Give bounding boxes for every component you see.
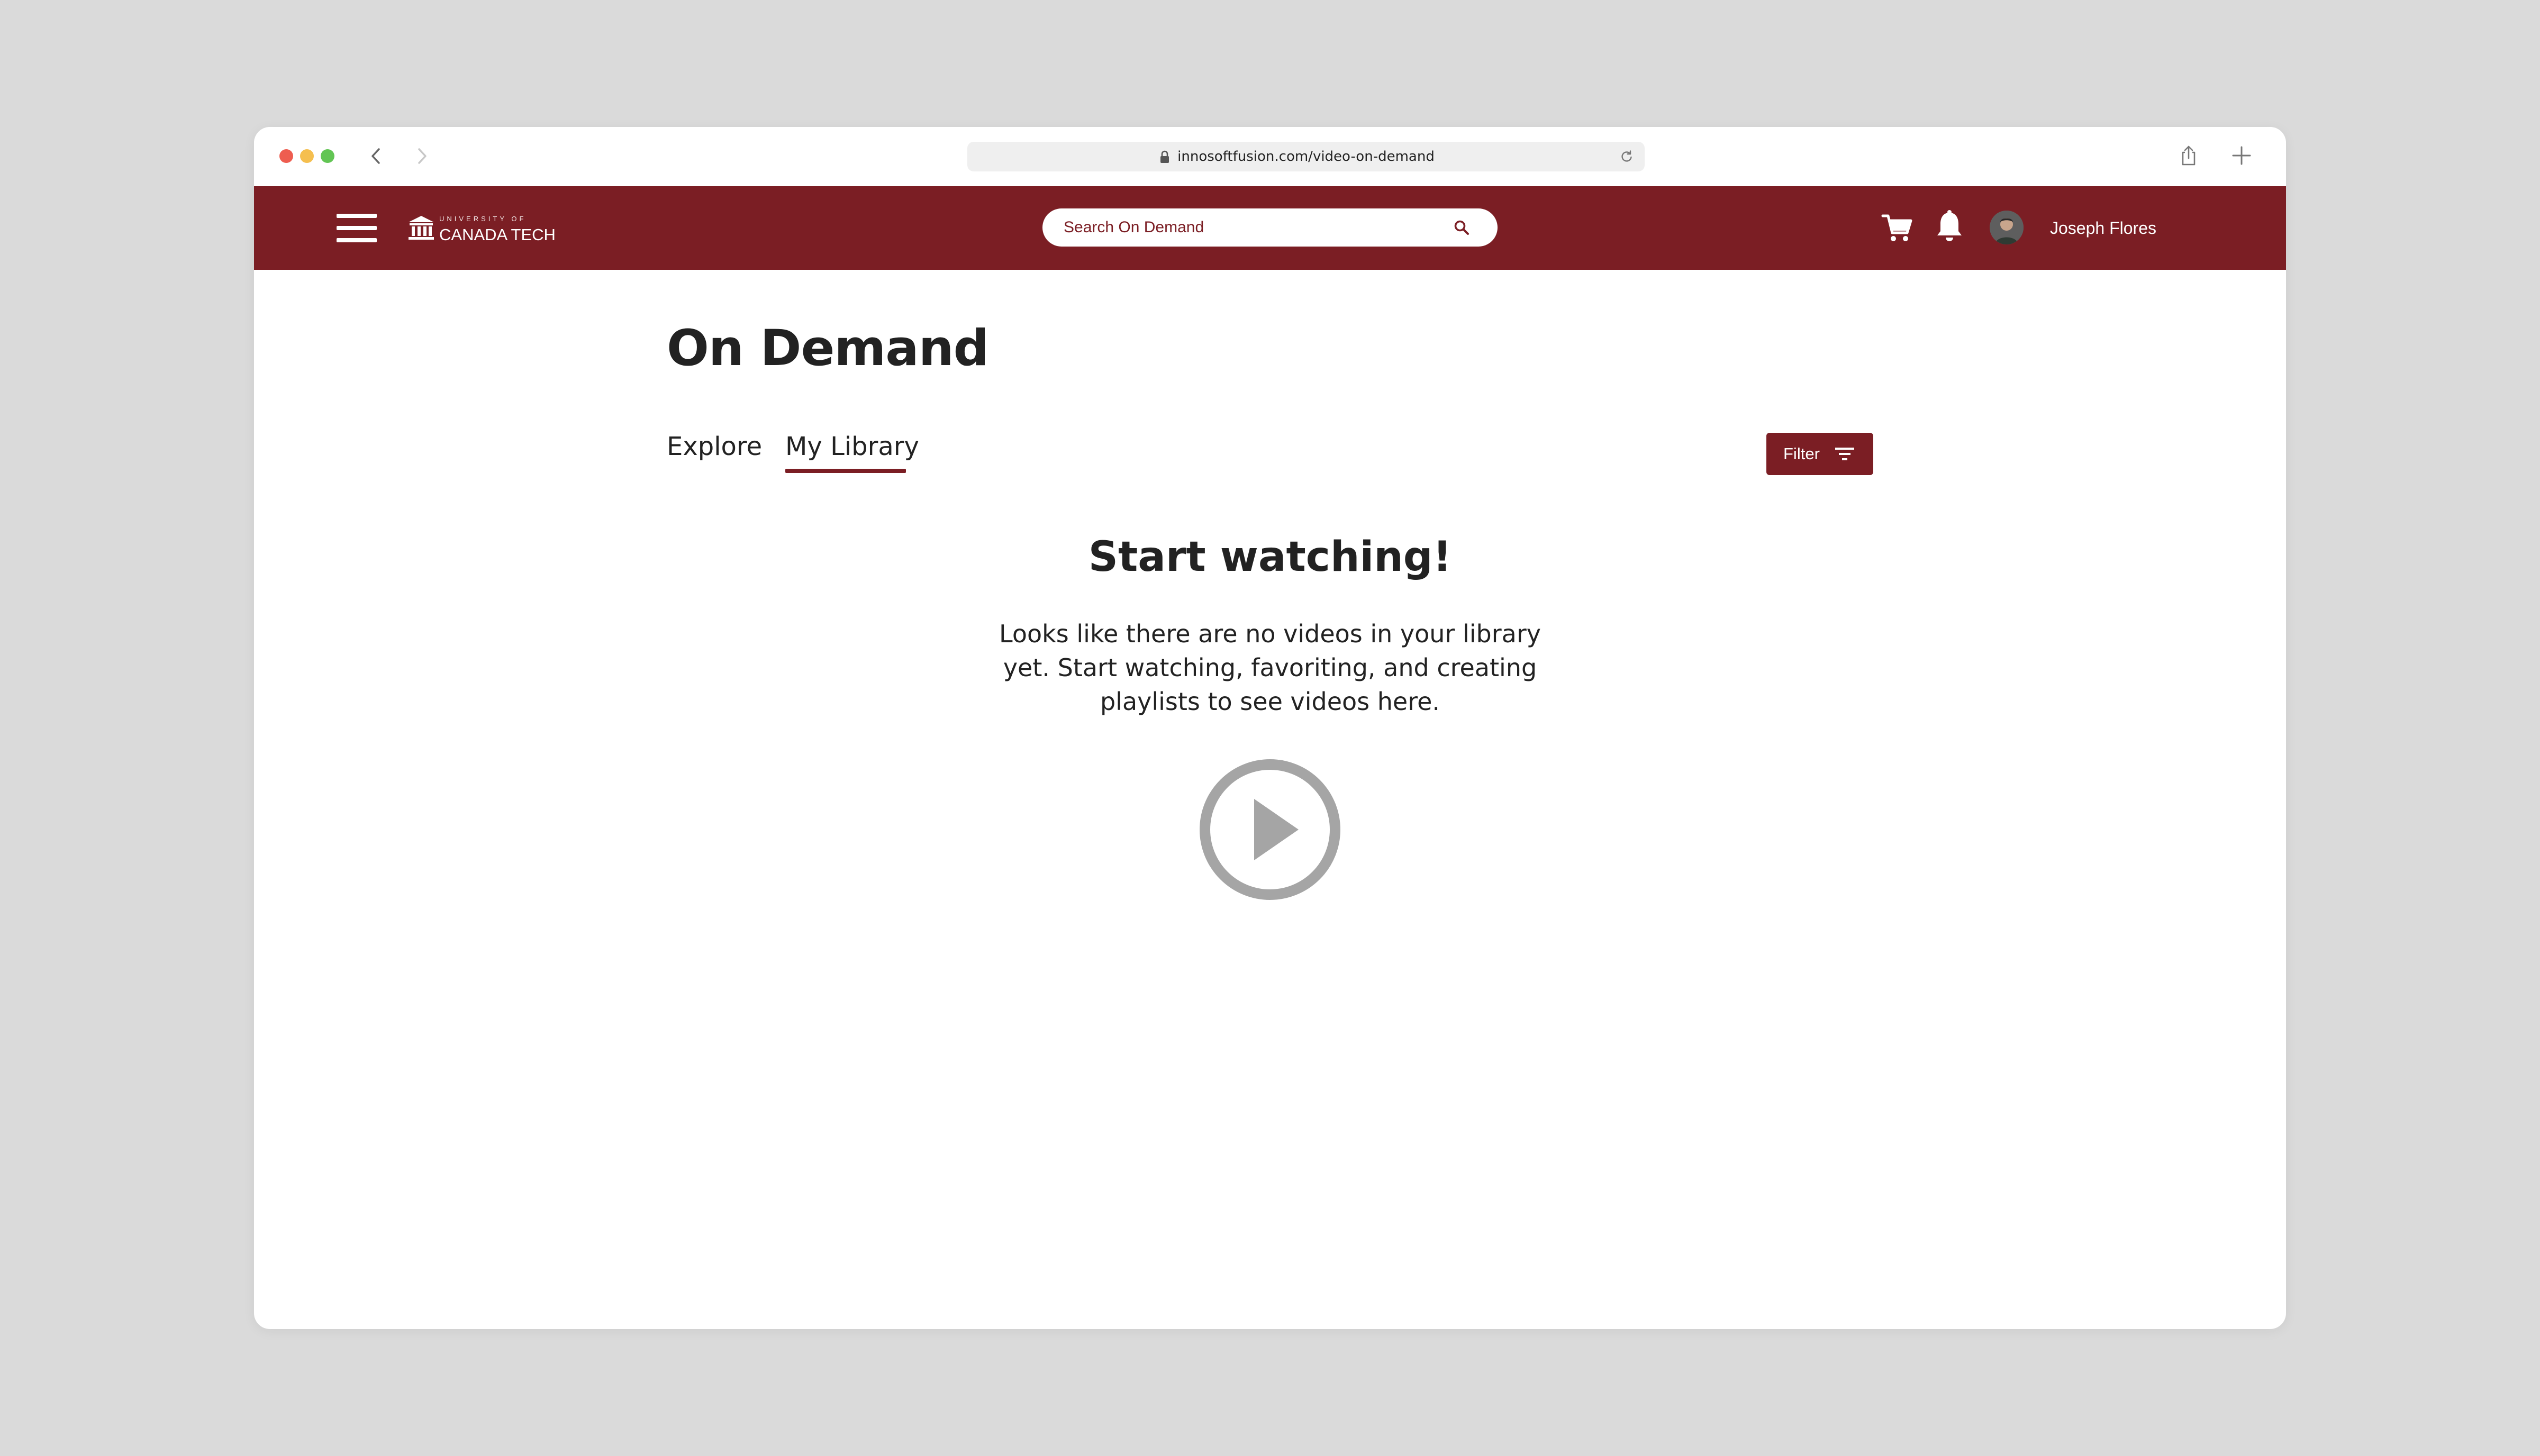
- tab-my-library[interactable]: My Library: [785, 432, 919, 461]
- user-name[interactable]: Joseph Flores: [2050, 186, 2156, 270]
- bell-icon[interactable]: [1935, 210, 1964, 244]
- cart-icon[interactable]: [1881, 212, 1913, 244]
- minimize-window-button[interactable]: [300, 149, 314, 163]
- url-text: innosoftfusion.com/video-on-demand: [1177, 149, 1435, 165]
- browser-window: innosoftfusion.com/video-on-demand UNIVE…: [254, 127, 2286, 1329]
- play-icon[interactable]: [1198, 758, 1342, 902]
- university-logo-icon: [409, 216, 434, 240]
- empty-state-title: Start watching!: [1088, 533, 1452, 581]
- avatar-image: [1990, 211, 2024, 244]
- logo-subtitle: UNIVERSITY OF: [439, 215, 527, 223]
- search-icon[interactable]: [1453, 219, 1470, 236]
- maximize-window-button[interactable]: [321, 149, 334, 163]
- filter-button[interactable]: Filter: [1766, 433, 1873, 475]
- empty-state-message: Looks like there are no videos in your l…: [999, 620, 1541, 716]
- menu-icon[interactable]: [337, 214, 377, 242]
- reload-icon[interactable]: [1619, 149, 1634, 164]
- share-icon[interactable]: [2178, 144, 2199, 167]
- tab-explore[interactable]: Explore: [667, 432, 762, 461]
- page-title: On Demand: [667, 320, 989, 377]
- address-bar[interactable]: innosoftfusion.com/video-on-demand: [967, 142, 1645, 171]
- search-input[interactable]: Search On Demand: [1042, 208, 1498, 247]
- logo-title: CANADA TECH: [439, 225, 556, 244]
- app-header: UNIVERSITY OF CANADA TECH Search On Dema…: [254, 186, 2286, 270]
- forward-icon[interactable]: [409, 143, 435, 169]
- avatar[interactable]: [1990, 211, 2024, 244]
- back-icon[interactable]: [363, 143, 389, 169]
- filter-button-label: Filter: [1783, 444, 1820, 463]
- search-placeholder: Search On Demand: [1064, 219, 1204, 236]
- new-tab-icon[interactable]: [2231, 145, 2252, 166]
- filter-icon: [1835, 448, 1854, 460]
- browser-toolbar: innosoftfusion.com/video-on-demand: [254, 127, 2286, 186]
- active-tab-indicator: [785, 469, 906, 473]
- university-logo[interactable]: UNIVERSITY OF CANADA TECH: [407, 211, 566, 248]
- close-window-button[interactable]: [279, 149, 293, 163]
